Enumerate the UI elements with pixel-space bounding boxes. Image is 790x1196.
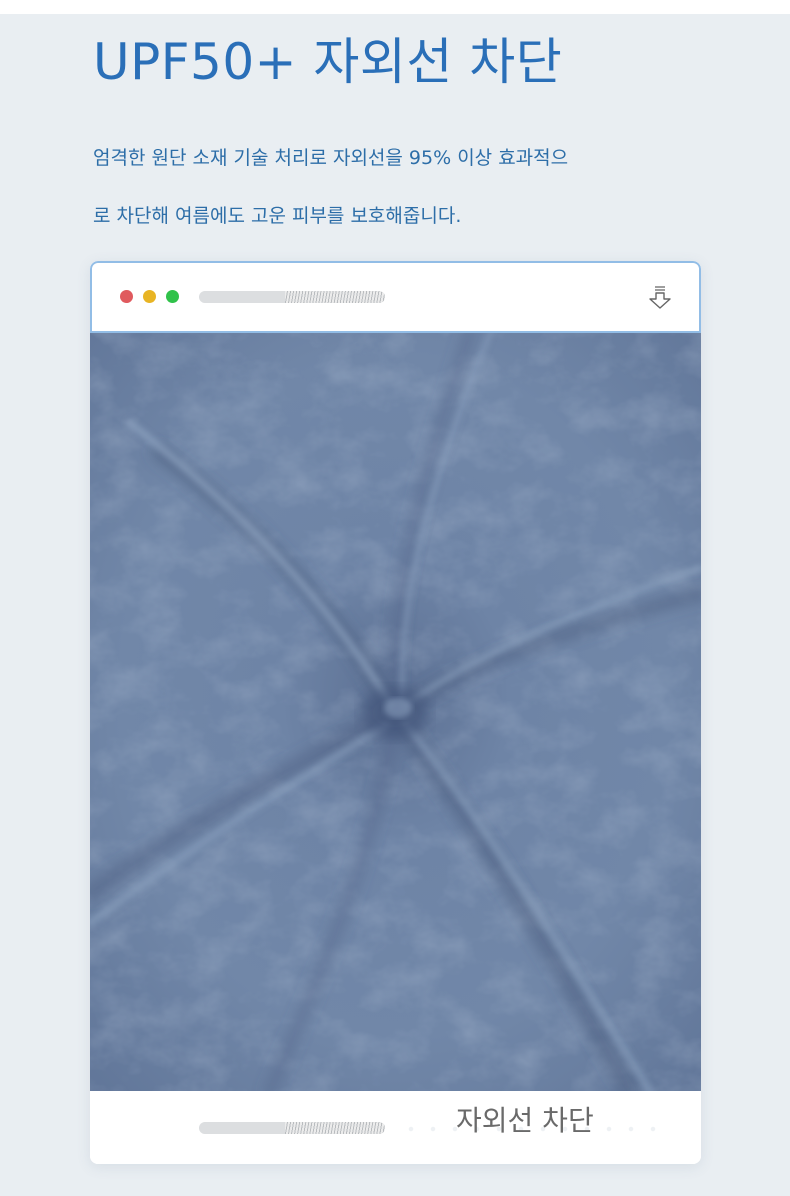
footer-caption: 자외선 차단 xyxy=(456,1104,594,1137)
download-icon[interactable] xyxy=(646,283,676,313)
address-bar-fill xyxy=(199,291,285,303)
fabric-image xyxy=(90,333,701,1091)
description-line-2: 로 차단해 여름에도 고운 피부를 보호해줍니다. xyxy=(93,205,462,227)
footer-progress-fill xyxy=(199,1122,285,1134)
close-dot-icon[interactable] xyxy=(120,290,133,303)
footer-progress-bar xyxy=(199,1122,385,1134)
address-bar-stripes xyxy=(285,291,385,303)
top-strip xyxy=(0,0,790,14)
description-line-1: 엄격한 원단 소재 기술 처리로 자외선을 95% 이상 효과적으 xyxy=(93,147,569,169)
footer-progress-stripes xyxy=(285,1122,385,1134)
browser-footer: 자외선 차단 xyxy=(90,1091,701,1164)
page-title: UPF50+ 자외선 차단 xyxy=(93,33,563,91)
browser-toolbar xyxy=(90,261,701,333)
browser-window-mockup: 자외선 차단 xyxy=(90,261,701,1164)
maximize-dot-icon[interactable] xyxy=(166,290,179,303)
minimize-dot-icon[interactable] xyxy=(143,290,156,303)
address-bar[interactable] xyxy=(199,291,385,303)
